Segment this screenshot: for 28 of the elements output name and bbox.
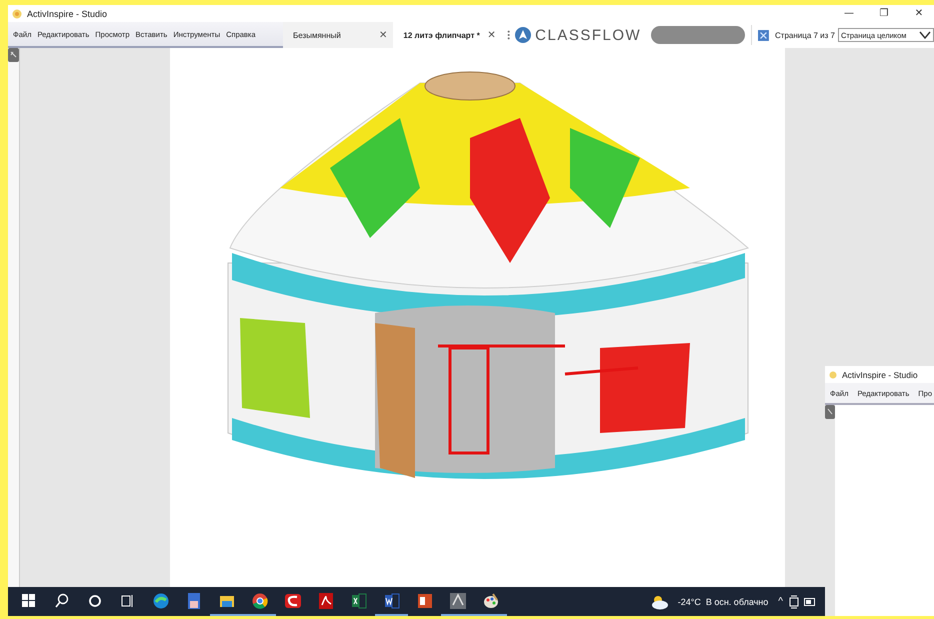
pin-icon[interactable] [8, 48, 19, 62]
tab-label: 12 литэ флипчарт * [403, 30, 481, 40]
browser-icon [150, 590, 170, 610]
temperature: -24°C [678, 596, 701, 606]
window-control-button[interactable]: ❐ [869, 8, 899, 19]
window-title: ActivInspire - Studio [27, 8, 108, 18]
classflow-logo[interactable]: CLASSFLOW [535, 26, 642, 44]
document-tab[interactable]: Безымянный ✕ [283, 22, 394, 48]
chevron-down-icon [919, 31, 931, 39]
rocket-icon [515, 27, 532, 43]
device-icon[interactable] [789, 594, 799, 608]
pin-icon[interactable] [825, 405, 835, 419]
weather-text: В осн. облачно [706, 596, 768, 606]
page-indicator: Страница 7 из 7 [775, 30, 835, 40]
window-control-button[interactable]: ✕ [904, 8, 934, 19]
app-icon [829, 370, 837, 378]
window-control-button[interactable]: — [834, 8, 864, 19]
close-button[interactable]: ✕ [379, 30, 388, 40]
board-app-icon [448, 590, 468, 610]
page-sorter-icon[interactable] [758, 28, 770, 42]
tray-arrow[interactable]: ^ [778, 596, 783, 607]
more-icon[interactable] [506, 29, 510, 41]
close-button[interactable]: ✕ [487, 30, 496, 40]
browser-icon [250, 590, 270, 610]
app-icon [12, 8, 22, 18]
tab-label: Безымянный [293, 30, 342, 40]
battery-icon[interactable] [804, 598, 816, 606]
window-title: ActivInspire - Studio [842, 370, 918, 380]
